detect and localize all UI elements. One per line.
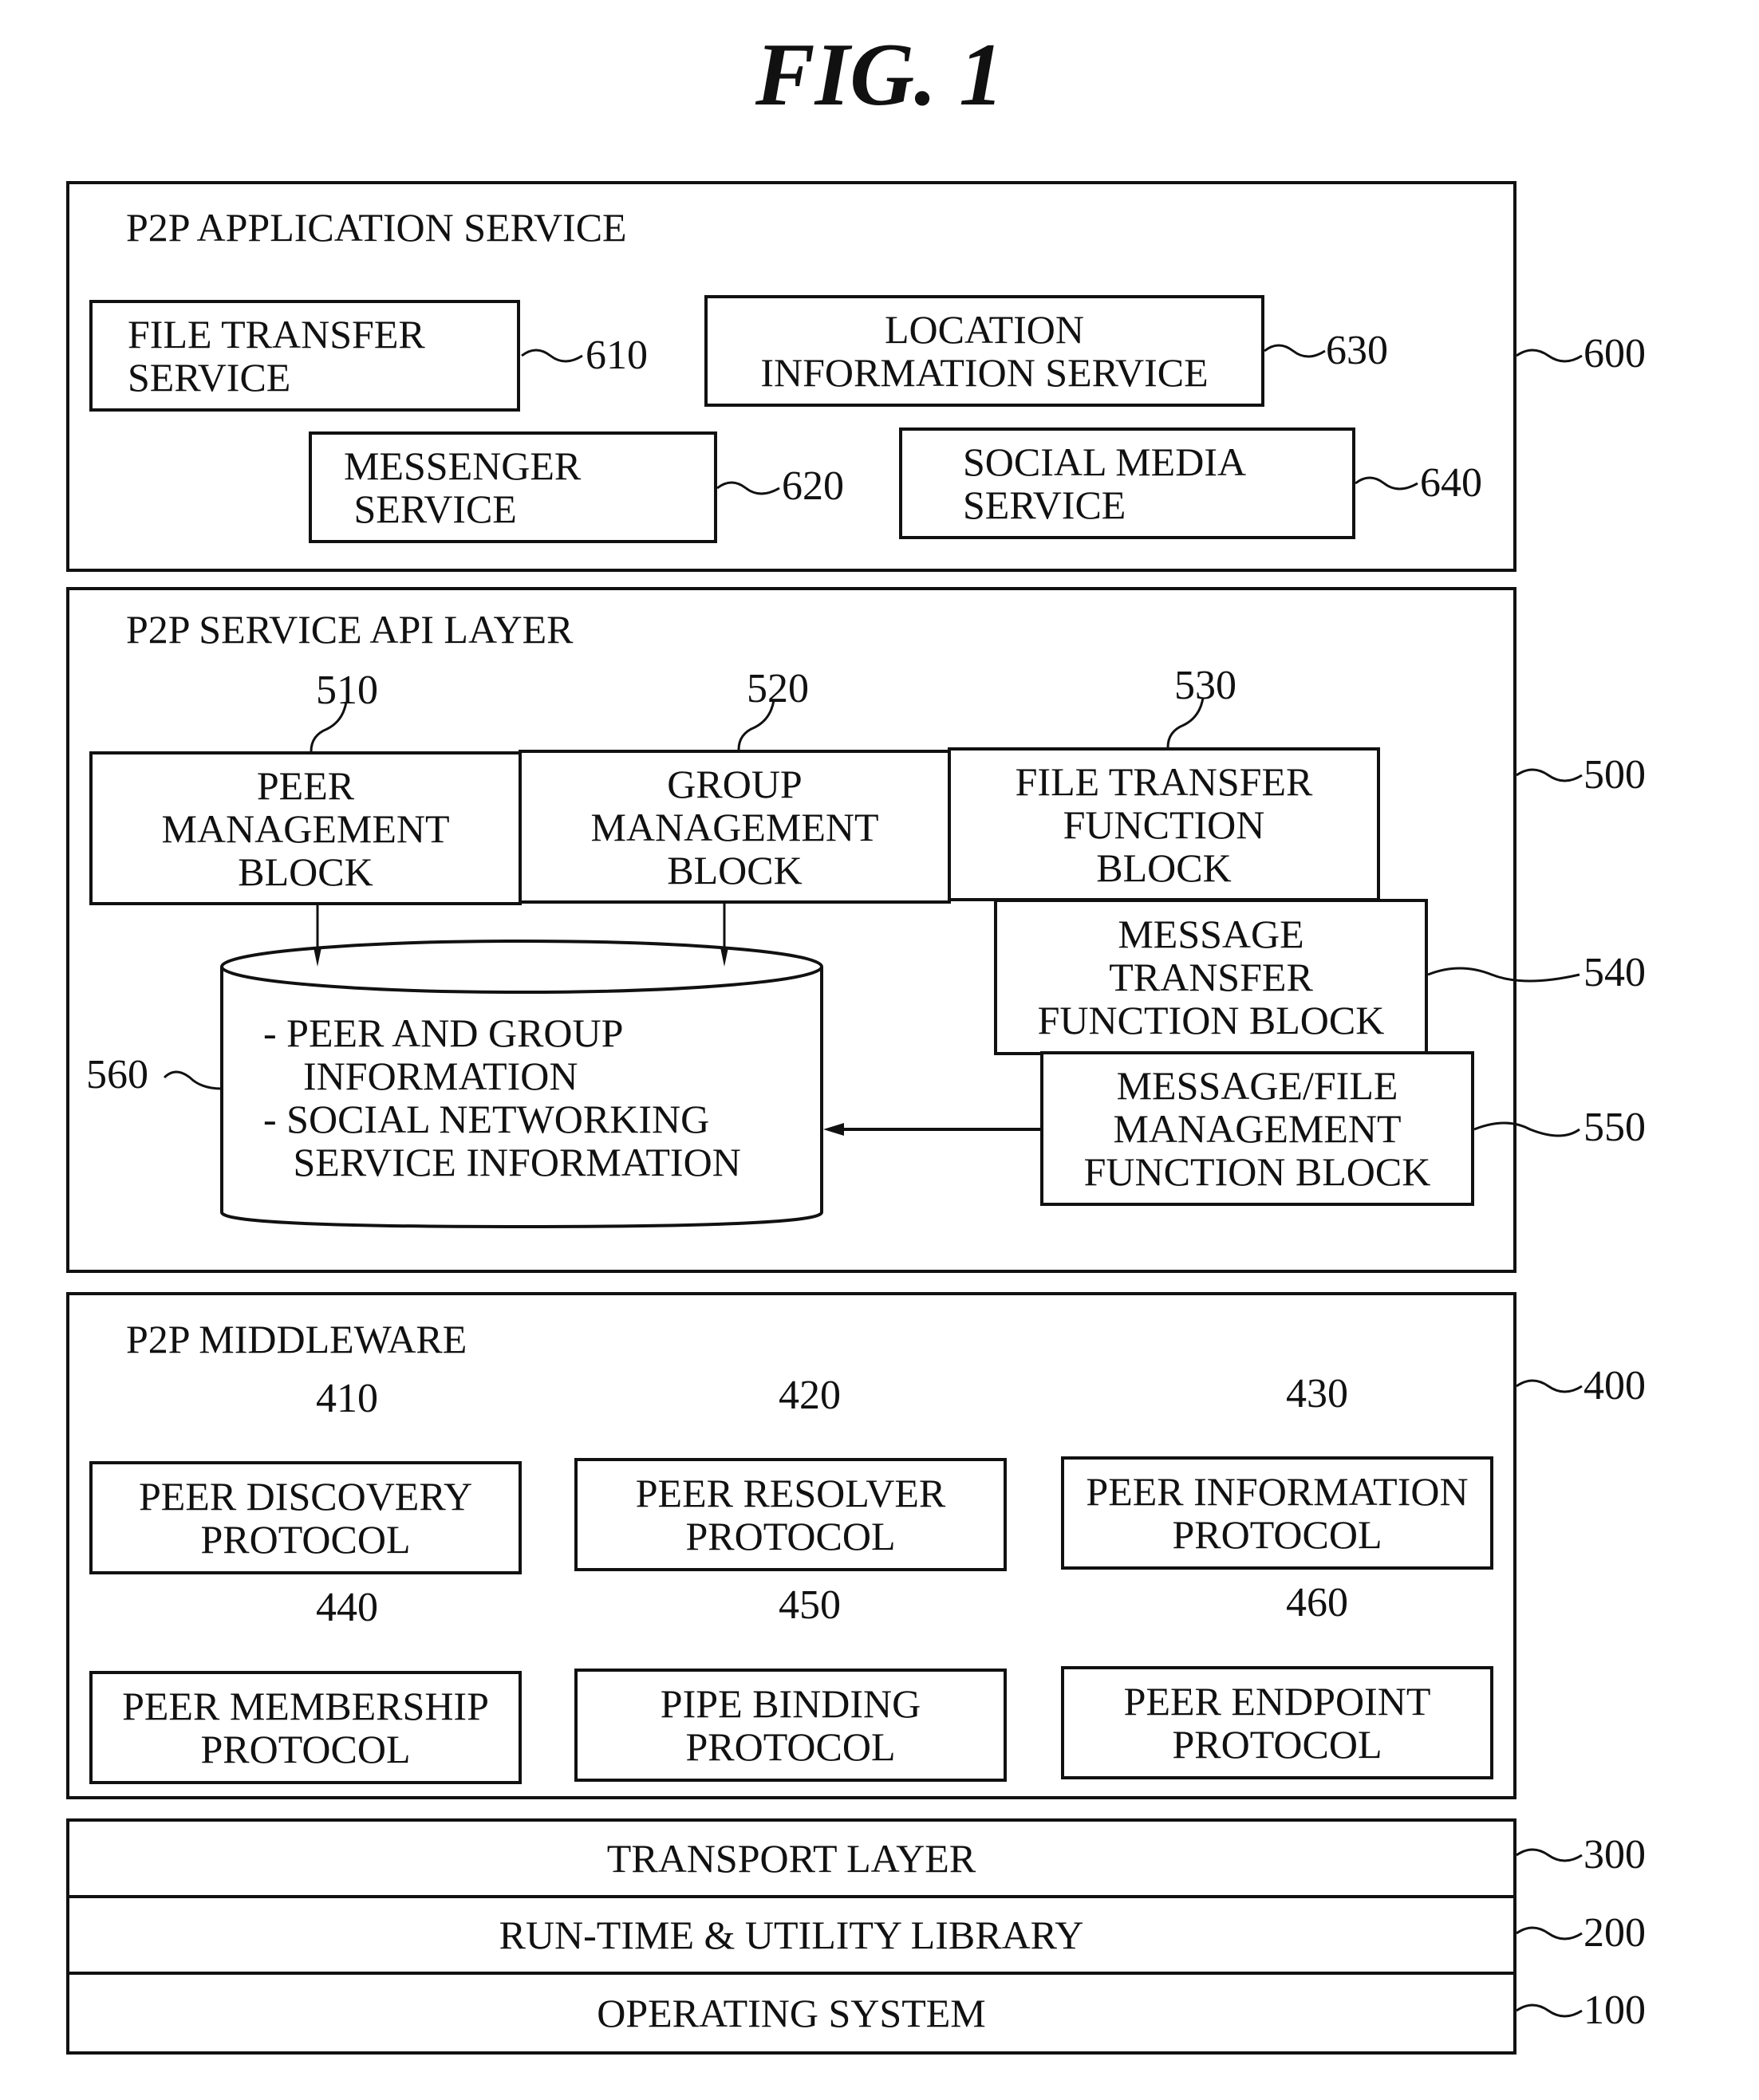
database-text: - PEER AND GROUP INFORMATION - SOCIAL NE… xyxy=(263,1011,741,1184)
leader-630 xyxy=(1264,344,1326,358)
leader-500 xyxy=(1516,768,1583,782)
ref-420: 420 xyxy=(779,1373,841,1418)
ref-300: 300 xyxy=(1583,1832,1646,1877)
ref-550: 550 xyxy=(1583,1105,1646,1150)
layer-operating-system: OPERATING SYSTEM xyxy=(66,1972,1516,2055)
peer-resolver-protocol-block: PEER RESOLVER PROTOCOL xyxy=(574,1458,1007,1571)
ref-430: 430 xyxy=(1286,1371,1348,1416)
leader-400 xyxy=(1516,1379,1583,1393)
ref-450: 450 xyxy=(779,1582,841,1628)
leader-620 xyxy=(716,481,780,495)
layer-os-label: OPERATING SYSTEM xyxy=(597,1991,986,2035)
database-top xyxy=(220,940,823,994)
ref-440: 440 xyxy=(316,1585,378,1630)
peer-endpoint-protocol-text: PEER ENDPOINT PROTOCOL xyxy=(1123,1679,1431,1767)
ref-100: 100 xyxy=(1583,1988,1646,2033)
leader-550 xyxy=(1473,1121,1580,1137)
ref-510: 510 xyxy=(316,668,378,713)
ref-540: 540 xyxy=(1583,950,1646,995)
ref-530: 530 xyxy=(1174,663,1236,708)
leader-560 xyxy=(163,1070,223,1090)
leader-600 xyxy=(1516,349,1583,363)
layer-runtime-utility-library: RUN-TIME & UTILITY LIBRARY xyxy=(66,1895,1516,1975)
ref-520: 520 xyxy=(747,666,809,711)
ref-500: 500 xyxy=(1583,752,1646,798)
ref-200: 200 xyxy=(1583,1910,1646,1956)
pipe-binding-protocol-text: PIPE BINDING PROTOCOL xyxy=(660,1681,921,1769)
peer-information-protocol-block: PEER INFORMATION PROTOCOL xyxy=(1061,1456,1493,1570)
leader-300 xyxy=(1516,1848,1583,1862)
leader-100 xyxy=(1516,2003,1583,2018)
peer-endpoint-protocol-block: PEER ENDPOINT PROTOCOL xyxy=(1061,1666,1493,1779)
ref-460: 460 xyxy=(1286,1580,1348,1625)
peer-membership-protocol-block: PEER MEMBERSHIP PROTOCOL xyxy=(89,1671,522,1784)
peer-discovery-protocol-block: PEER DISCOVERY PROTOCOL xyxy=(89,1461,522,1574)
layer-middleware-label: P2P MIDDLEWARE xyxy=(126,1317,467,1361)
ref-560: 560 xyxy=(86,1052,148,1097)
leader-640 xyxy=(1355,476,1418,491)
pipe-binding-protocol-block: PIPE BINDING PROTOCOL xyxy=(574,1669,1007,1782)
ref-400: 400 xyxy=(1583,1363,1646,1409)
ref-410: 410 xyxy=(316,1376,378,1421)
peer-membership-protocol-text: PEER MEMBERSHIP PROTOCOL xyxy=(122,1684,489,1771)
layer-runtime-label: RUN-TIME & UTILITY LIBRARY xyxy=(499,1913,1084,1957)
leader-540 xyxy=(1427,967,1580,983)
peer-resolver-protocol-text: PEER RESOLVER PROTOCOL xyxy=(635,1471,946,1558)
leader-200 xyxy=(1516,1926,1583,1940)
leader-610 xyxy=(521,349,583,363)
peer-discovery-protocol-text: PEER DISCOVERY PROTOCOL xyxy=(138,1474,473,1562)
layer-transport-label: TRANSPORT LAYER xyxy=(606,1836,976,1881)
layer-transport: TRANSPORT LAYER xyxy=(66,1818,1516,1898)
peer-information-protocol-text: PEER INFORMATION PROTOCOL xyxy=(1086,1469,1469,1557)
arrowhead-550-to-db xyxy=(823,1123,844,1136)
